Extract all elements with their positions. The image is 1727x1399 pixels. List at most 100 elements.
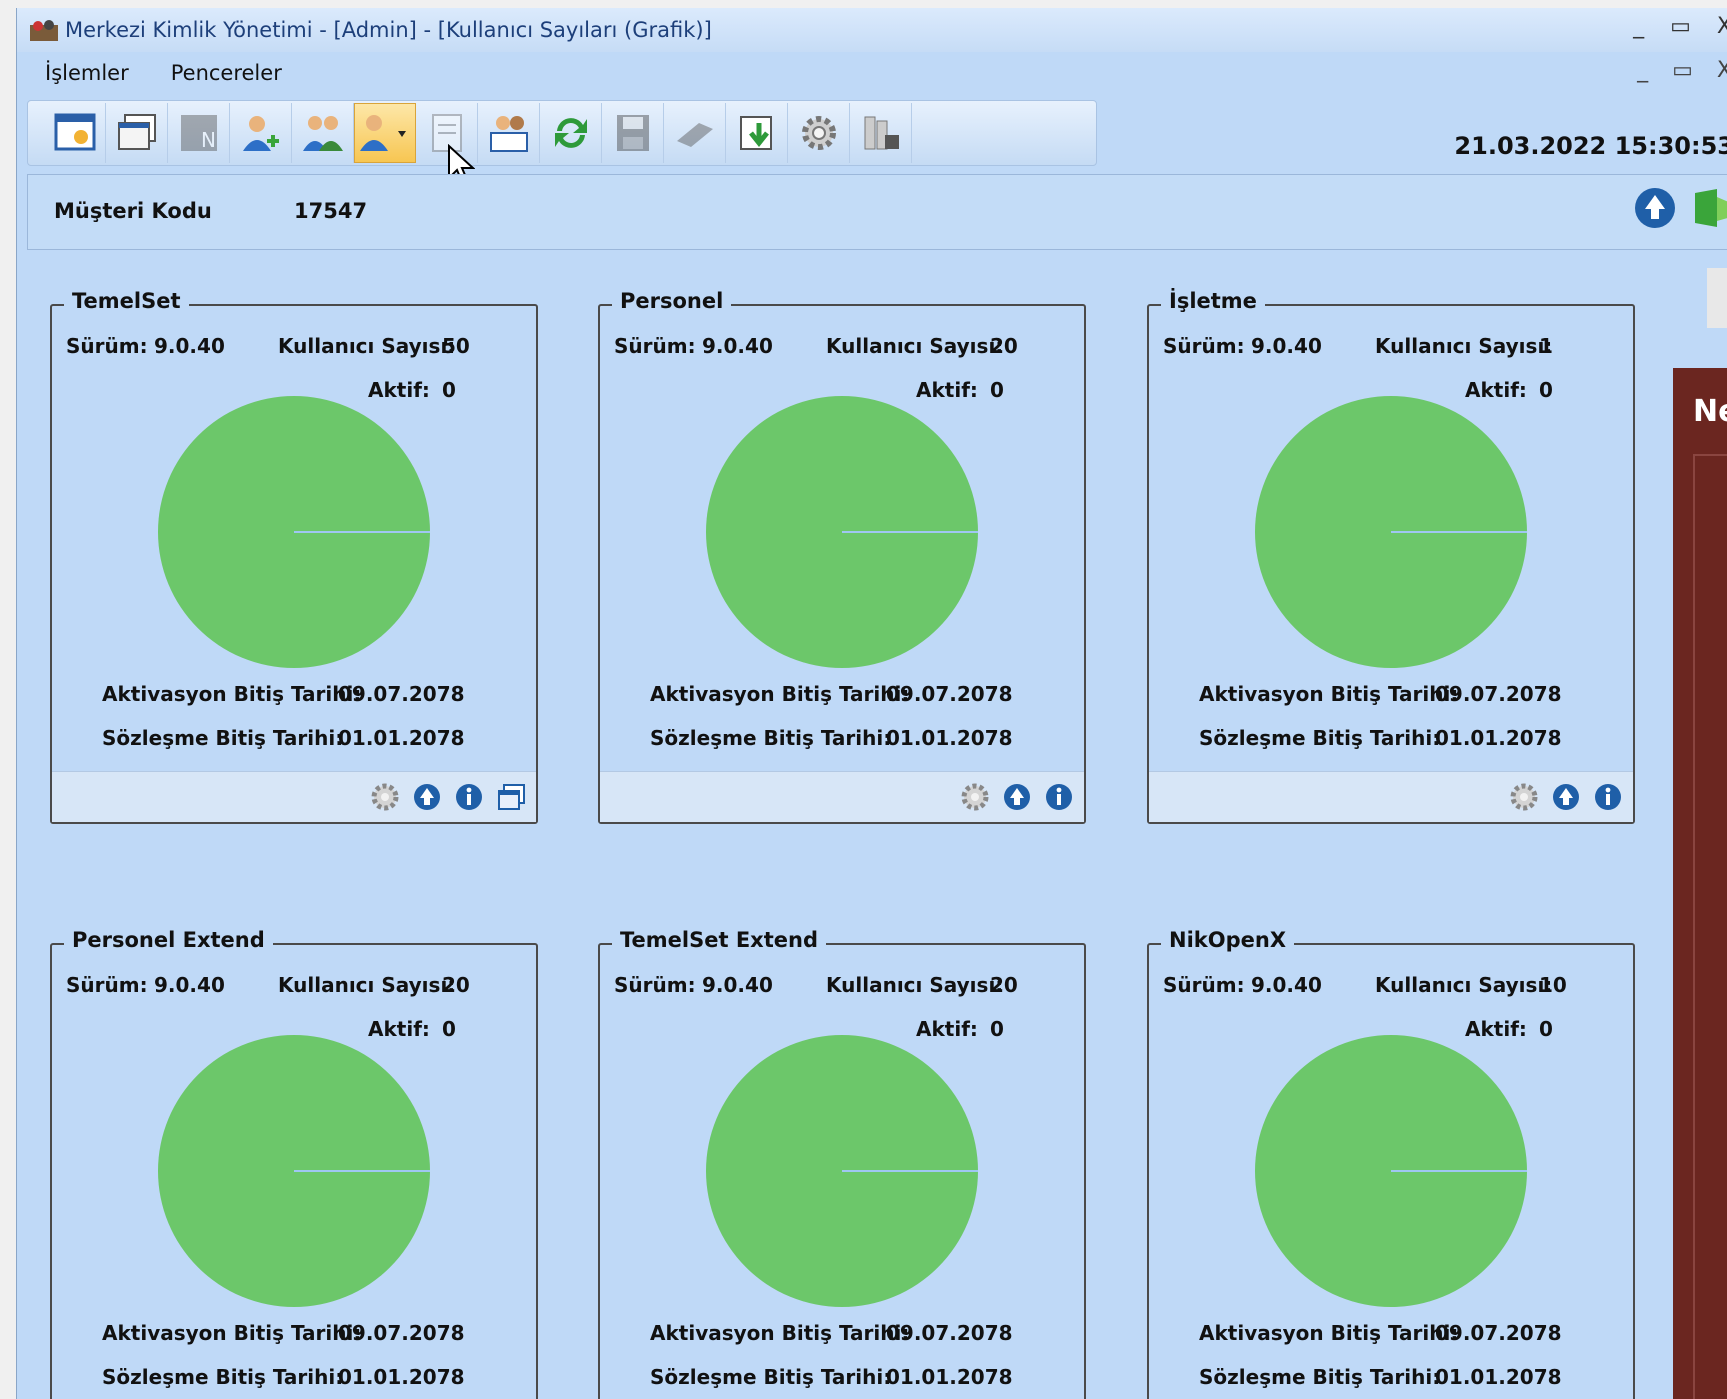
refresh-icon <box>554 118 587 148</box>
certificate-window-button[interactable] <box>44 103 106 163</box>
activation-end-label: Aktivasyon Bitiş Tarihi: <box>102 682 362 706</box>
menu-pencereler[interactable]: Pencereler <box>171 61 282 85</box>
add-user-icon <box>242 116 279 151</box>
module-title: Personel Extend <box>64 928 273 952</box>
users-transfer-button[interactable] <box>292 103 354 163</box>
activation-end-label: Aktivasyon Bitiş Tarihi: <box>650 1321 910 1345</box>
module-card: NikOpenX Sürüm: 9.0.40 Kullanıcı Sayısı: 10 A… <box>1147 928 1635 1399</box>
exit-button[interactable] <box>850 103 912 163</box>
user-count-value: 20 <box>442 973 470 997</box>
download-button[interactable] <box>726 103 788 163</box>
refresh-button[interactable] <box>540 103 602 163</box>
version-value: 9.0.40 <box>1251 334 1322 358</box>
close-button[interactable]: X <box>1717 14 1727 39</box>
customer-panel: Müşteri Kodu 17547 <box>27 174 1727 250</box>
activation-end-value: 09.07.2078 <box>1435 682 1562 706</box>
module-card: TemelSet Extend Sürüm: 9.0.40 Kullanıcı Say… <box>598 928 1086 1399</box>
card-footer <box>1149 771 1633 822</box>
active-value: 0 <box>1539 378 1553 402</box>
version-value: 9.0.40 <box>154 334 225 358</box>
overlapping-dialog[interactable]: Ne <box>1673 368 1727 1399</box>
contract-end-value: 01.01.2078 <box>338 1365 465 1389</box>
contract-end-label: Sözleşme Bitiş Tarihi: <box>1199 1365 1441 1389</box>
mdi-restore-button[interactable]: ▭ <box>1672 58 1693 83</box>
activation-end-value: 09.07.2078 <box>338 682 465 706</box>
users-transfer-icon <box>302 116 343 151</box>
user-pie-chart <box>158 396 430 668</box>
arrow-up-icon[interactable] <box>410 780 444 814</box>
version-label: Sürüm: <box>614 334 696 358</box>
module-title: Personel <box>612 289 732 313</box>
certificate-window-icon <box>54 113 95 151</box>
version-value: 9.0.40 <box>702 973 773 997</box>
dialog-title: Ne <box>1693 394 1727 429</box>
info-icon[interactable] <box>452 780 486 814</box>
version-label: Sürüm: <box>66 973 148 997</box>
gear-icon[interactable] <box>1507 780 1541 814</box>
contract-end-label: Sözleşme Bitiş Tarihi: <box>1199 726 1441 750</box>
version-label: Sürüm: <box>614 973 696 997</box>
customer-code-value: 17547 <box>294 199 368 223</box>
arrow-up-icon[interactable] <box>1549 780 1583 814</box>
new-document-icon-letter: N <box>201 128 216 152</box>
active-value: 0 <box>442 378 456 402</box>
users-group-button[interactable] <box>478 103 540 163</box>
mdi-minimize-button[interactable]: _ <box>1637 58 1648 83</box>
user-count-label: Kullanıcı Sayısı: <box>278 973 456 997</box>
toolbar: N <box>27 100 1097 166</box>
mdi-close-button[interactable]: X <box>1717 58 1727 83</box>
menu-islemler[interactable]: İşlemler <box>45 61 129 85</box>
contract-end-value: 01.01.2078 <box>1435 1365 1562 1389</box>
info-icon[interactable] <box>1042 780 1076 814</box>
module-card: Personel Sürüm: 9.0.40 Kullanıcı Sayısı: 20 A… <box>598 289 1086 824</box>
user-count-value: 20 <box>990 334 1018 358</box>
user-dropdown-button[interactable] <box>354 103 416 163</box>
add-user-button[interactable] <box>230 103 292 163</box>
activation-end-value: 09.07.2078 <box>886 1321 1013 1345</box>
module-title: TemelSet <box>64 289 189 313</box>
app-icon <box>30 20 58 41</box>
version-label: Sürüm: <box>66 334 148 358</box>
windows-button[interactable] <box>106 103 168 163</box>
export-icon[interactable] <box>1689 183 1727 233</box>
contract-end-label: Sözleşme Bitiş Tarihi: <box>102 1365 344 1389</box>
user-count-label: Kullanıcı Sayısı: <box>826 334 1004 358</box>
gear-icon[interactable] <box>958 780 992 814</box>
contract-end-value: 01.01.2078 <box>886 726 1013 750</box>
version-value: 9.0.40 <box>702 334 773 358</box>
user-count-label: Kullanıcı Sayısı: <box>826 973 1004 997</box>
new-document-button[interactable]: N <box>168 103 230 163</box>
minimize-button[interactable]: _ <box>1633 14 1644 39</box>
activation-end-value: 09.07.2078 <box>338 1321 465 1345</box>
save-button[interactable] <box>602 103 664 163</box>
info-icon[interactable] <box>1591 780 1625 814</box>
version-value: 9.0.40 <box>154 973 225 997</box>
scrollbar-up[interactable] <box>1707 268 1727 328</box>
menu-bar: İşlemler Pencereler _ ▭ X <box>17 54 1727 92</box>
user-pie-chart <box>706 1035 978 1307</box>
module-title: İşletme <box>1161 289 1265 313</box>
contract-end-label: Sözleşme Bitiş Tarihi: <box>102 726 344 750</box>
gear-icon[interactable] <box>368 780 402 814</box>
maximize-button[interactable]: ▭ <box>1670 14 1691 39</box>
module-title: NikOpenX <box>1161 928 1295 952</box>
gear-button[interactable] <box>788 103 850 163</box>
upload-icon[interactable] <box>1631 183 1679 233</box>
save-icon <box>616 115 649 151</box>
card-footer <box>52 771 536 822</box>
user-pie-chart <box>706 396 978 668</box>
contract-end-label: Sözleşme Bitiş Tarihi: <box>650 1365 892 1389</box>
card-footer <box>600 771 1084 822</box>
windows-icon[interactable] <box>494 780 528 814</box>
datetime: 21.03.2022 15:30:53 <box>1454 132 1727 160</box>
version-label: Sürüm: <box>1163 973 1245 997</box>
active-value: 0 <box>1539 1017 1553 1041</box>
user-pie-chart <box>1255 1035 1527 1307</box>
user-pie-chart <box>158 1035 430 1307</box>
module-card: İşletme Sürüm: 9.0.40 Kullanıcı Sayısı: 1 Akt… <box>1147 289 1635 824</box>
download-icon <box>739 116 772 150</box>
eraser-button[interactable] <box>664 103 726 163</box>
arrow-up-icon[interactable] <box>1000 780 1034 814</box>
user-count-value: 50 <box>442 334 470 358</box>
contract-end-label: Sözleşme Bitiş Tarihi: <box>650 726 892 750</box>
